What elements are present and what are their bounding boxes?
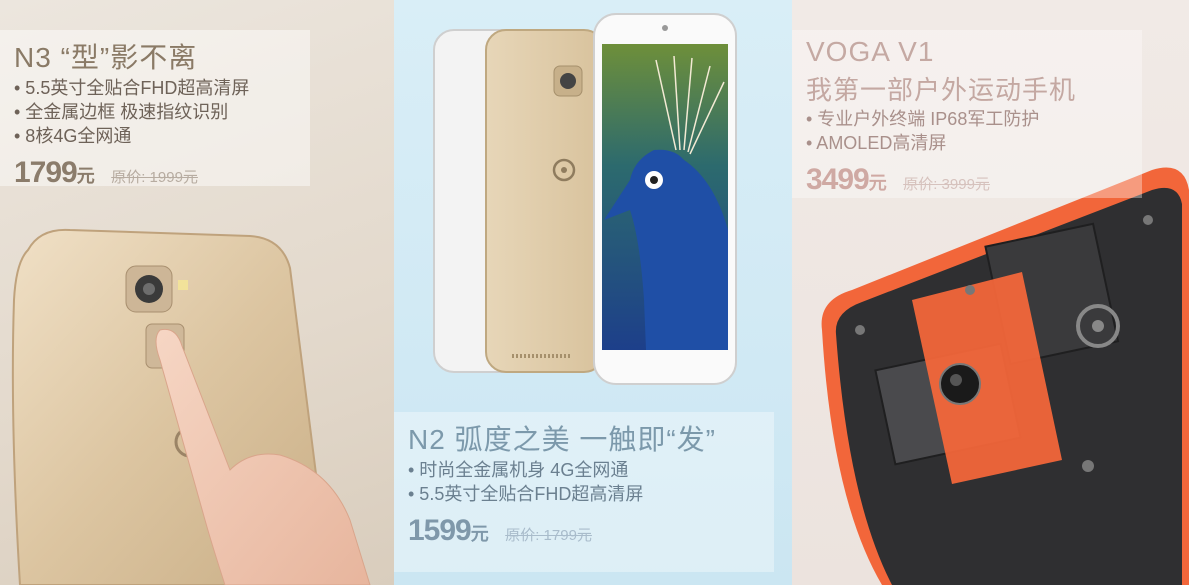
n2-bullet-1: • 时尚全金属机身 4G全网通 <box>408 460 629 480</box>
n3-original-price: 原价: 1999元 <box>111 169 198 186</box>
voga-price-unit: 元 <box>868 173 887 193</box>
voga-price-row: 3499元 原价: 3999元 <box>806 163 1132 197</box>
n2-price-unit: 元 <box>470 524 489 544</box>
voga-original-price: 原价: 3999元 <box>903 176 990 193</box>
n3-price-unit: 元 <box>76 166 95 186</box>
n3-price-row: 1799元 原价: 1999元 <box>14 156 300 190</box>
camera-icon <box>939 363 981 405</box>
n3-bullet-1: • 5.5英寸全贴合FHD超高清屏 <box>14 78 250 98</box>
n2-price-row: 1599元 原价: 1799元 <box>408 514 764 548</box>
n3-price: 1799 <box>14 156 78 189</box>
n2-price: 1599 <box>408 514 472 547</box>
n2-title: N2 弧度之美 一触即“发” <box>408 424 717 455</box>
n3-title: N3 “型”影不离 <box>14 42 198 73</box>
voga-bullet-2: • AMOLED高清屏 <box>806 133 947 153</box>
voga-subtitle: 我第一部户外运动手机 <box>806 75 1077 105</box>
n2-bullet-2: • 5.5英寸全贴合FHD超高清屏 <box>408 484 644 504</box>
voga-bullet-1: • 专业户外终端 IP68军工防护 <box>806 109 1040 129</box>
n2-original-price: 原价: 1799元 <box>505 527 592 544</box>
camera-icon <box>125 265 173 313</box>
voga-price: 3499 <box>806 163 870 196</box>
product-panel-voga-v1[interactable]: VOGA V1 我第一部户外运动手机 • 专业户外终端 IP68军工防护 • A… <box>792 0 1189 585</box>
n3-info-box: N3 “型”影不离 • 5.5英寸全贴合FHD超高清屏 • 全金属边框 极速指纹… <box>0 30 310 189</box>
n3-bullet-3: • 8核4G全网通 <box>14 126 132 146</box>
voga-info-box: VOGA V1 我第一部户外运动手机 • 专业户外终端 IP68军工防护 • A… <box>792 30 1142 198</box>
n2-info-box: N2 弧度之美 一触即“发” • 时尚全金属机身 4G全网通 • 5.5英寸全贴… <box>394 412 774 572</box>
voga-title: VOGA V1 <box>806 36 935 67</box>
product-panel-n2[interactable]: N2 弧度之美 一触即“发” • 时尚全金属机身 4G全网通 • 5.5英寸全贴… <box>394 0 792 585</box>
n3-bullet-2: • 全金属边框 极速指纹识别 <box>14 102 229 122</box>
product-panel-n3[interactable]: N3 “型”影不离 • 5.5英寸全贴合FHD超高清屏 • 全金属边框 极速指纹… <box>0 0 394 585</box>
